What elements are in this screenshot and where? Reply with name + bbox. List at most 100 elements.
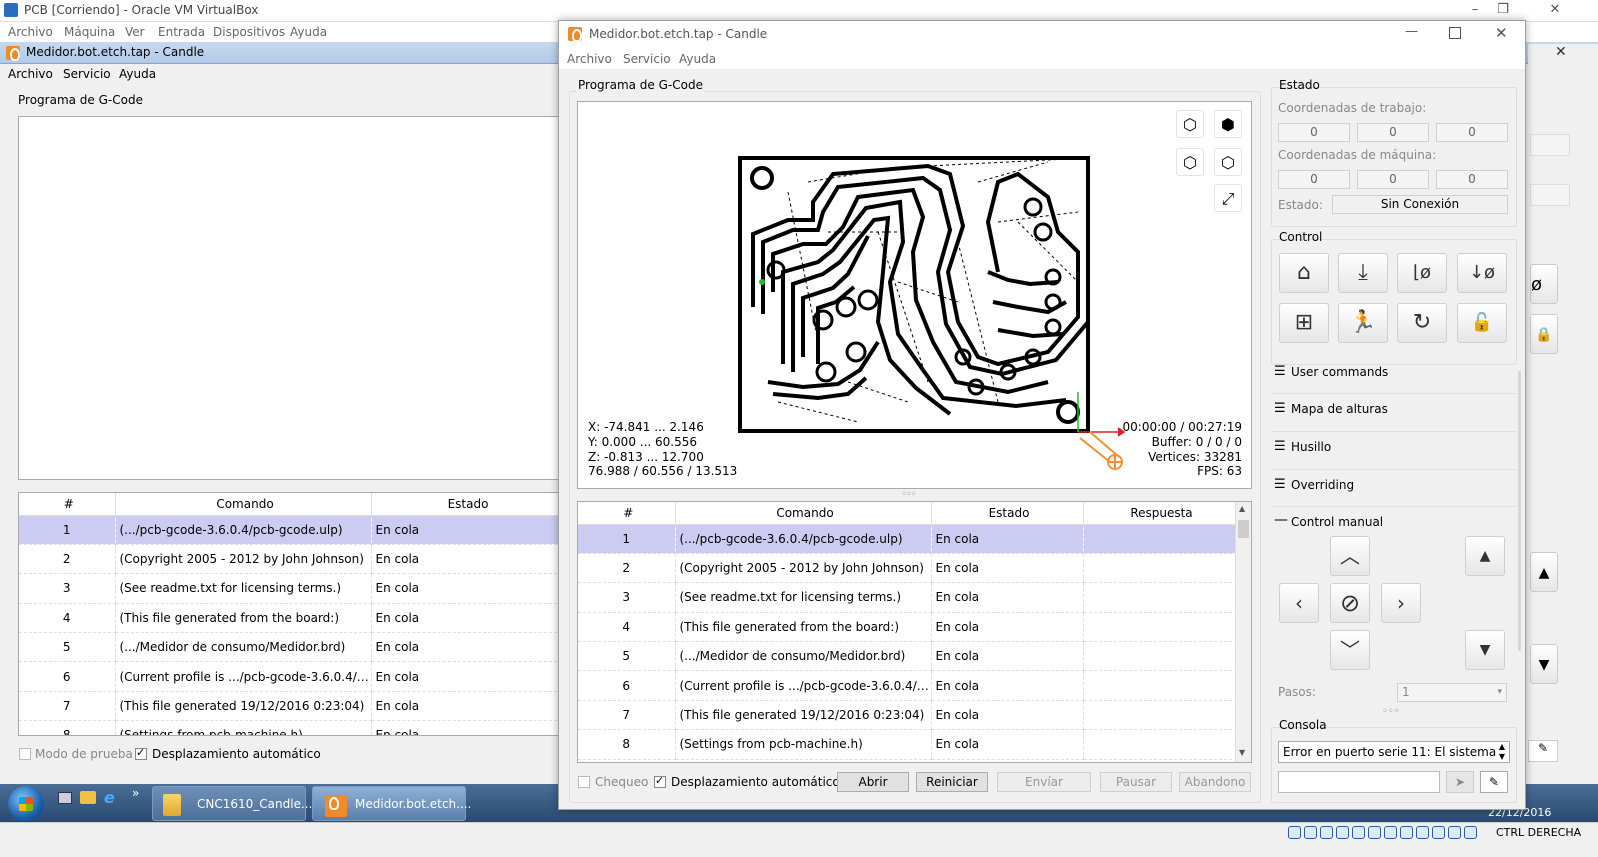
show-desktop-icon[interactable]: [58, 792, 72, 804]
table-scrollbar[interactable]: ▲ ▼: [1235, 502, 1251, 762]
start-button[interactable]: [8, 786, 44, 822]
console-log[interactable]: Error en puerto serie 11: El sistema ▲ ▼: [1278, 741, 1510, 763]
jog-z-plus-icon[interactable]: ▲: [1465, 536, 1505, 576]
jog-x-plus-icon[interactable]: ›: [1381, 583, 1421, 623]
section-height-map[interactable]: ☰ Mapa de alturas: [1271, 394, 1517, 424]
table-row[interactable]: 2 (Copyright 2005 - 2012 by John Johnson)…: [578, 553, 1237, 584]
table-row[interactable]: 1 (.../pcb-gcode-3.6.0.4/pcb-gcode.ulp) En…: [578, 524, 1237, 554]
reset-icon[interactable]: ↻: [1397, 303, 1447, 343]
table-row[interactable]: 7 (This file generated 19/12/2016 0:23:04…: [19, 691, 559, 722]
send-icon[interactable]: ➤: [1446, 771, 1474, 793]
guest-close-icon[interactable]: ✕: [1555, 44, 1567, 60]
chevron-right-icon[interactable]: »: [132, 786, 139, 800]
table-row[interactable]: 6 (Current profile is .../pcb-gcode-3.6.0…: [19, 661, 559, 692]
safe-position-icon[interactable]: 🏃: [1338, 303, 1388, 343]
view-front-icon[interactable]: ⬡: [1176, 148, 1204, 176]
pause-button[interactable]: Pausar: [1100, 772, 1172, 792]
panel-scrollbar[interactable]: [1518, 371, 1521, 651]
section-overriding[interactable]: ☰ Overriding: [1271, 470, 1517, 500]
minimize-icon[interactable]: —: [1405, 24, 1418, 39]
gcode-3d-viewer[interactable]: ⬡ ⬢ ⬡ ⬡ ⤢ X: -74.841 ... 2.146 Y: 0.000 …: [577, 101, 1252, 489]
status-device-icon[interactable]: [1352, 826, 1365, 839]
jog-y-minus-icon[interactable]: ﹀: [1330, 630, 1370, 670]
jog-x-minus-icon[interactable]: ‹: [1279, 583, 1319, 623]
zero-z-icon[interactable]: ↓ø: [1457, 253, 1507, 293]
console-spin-icon[interactable]: ▲ ▼: [1499, 742, 1505, 762]
guest-col-num[interactable]: #: [19, 493, 116, 516]
table-row[interactable]: 1 (.../pcb-gcode-3.6.0.4/pcb-gcode.ulp) En…: [19, 515, 559, 545]
table-row[interactable]: 5 (.../Medidor de consumo/Medidor.brd) En …: [578, 641, 1237, 672]
stop-icon[interactable]: ⊘: [1330, 583, 1370, 623]
guest-test-mode-checkbox[interactable]: [19, 748, 31, 760]
steps-select[interactable]: 1 ▾: [1397, 683, 1507, 702]
taskbar-item-cnc1610[interactable]: CNC1610_Candle...: [152, 786, 312, 821]
check-mode-checkbox[interactable]: [578, 776, 590, 788]
vbox-menu-maquina[interactable]: Máquina: [64, 25, 115, 39]
status-device-icon[interactable]: [1304, 826, 1317, 839]
guest-col-state[interactable]: Estado: [371, 493, 559, 516]
vbox-menu-entrada[interactable]: Entrada: [158, 25, 205, 39]
guest-gcode-table[interactable]: # Comando Estado 1 (.../pcb-gcode-3.6.0.4…: [18, 492, 560, 736]
vbox-menu-dispositivos[interactable]: Dispositivos: [213, 25, 285, 39]
menu-ayuda[interactable]: Ayuda: [679, 52, 716, 66]
guest-col-command[interactable]: Comando: [115, 493, 372, 516]
jog-y-plus-icon[interactable]: ︿: [1330, 536, 1370, 576]
menu-archivo[interactable]: Archivo: [567, 52, 612, 66]
vbox-maximize-button[interactable]: ❐: [1488, 0, 1518, 20]
status-device-icon[interactable]: [1464, 826, 1477, 839]
vbox-menu-ver[interactable]: Ver: [125, 25, 145, 39]
col-state[interactable]: Estado: [931, 502, 1084, 525]
table-row[interactable]: 7 (This file generated 19/12/2016 0:23:04…: [578, 700, 1237, 731]
send-button[interactable]: Envíar: [997, 772, 1091, 792]
scrollbar-thumb[interactable]: [1238, 520, 1249, 538]
guest-clear-icon[interactable]: ✎: [1528, 740, 1558, 762]
view-left-icon[interactable]: ⬡: [1214, 148, 1242, 176]
status-device-icon[interactable]: [1288, 826, 1301, 839]
scroll-down-icon[interactable]: ▼: [1239, 748, 1245, 757]
status-device-icon[interactable]: [1336, 826, 1349, 839]
section-manual-control[interactable]: — Control manual: [1271, 507, 1517, 537]
table-row[interactable]: 6 (Current profile is .../pcb-gcode-3.6.0…: [578, 670, 1237, 701]
section-spindle[interactable]: ☰ Husillo: [1271, 432, 1517, 462]
col-response[interactable]: Respuesta: [1083, 502, 1237, 525]
view-iso-icon[interactable]: ⬡: [1176, 110, 1204, 138]
guest-autoscroll-checkbox[interactable]: [135, 746, 147, 760]
table-row[interactable]: 3 (See readme.txt for licensing terms.) En…: [19, 573, 559, 604]
status-device-icon[interactable]: [1416, 826, 1429, 839]
table-row[interactable]: 5 (.../Medidor de consumo/Medidor.brd) En …: [19, 632, 559, 663]
clear-icon[interactable]: ✎: [1480, 771, 1508, 793]
status-device-icon[interactable]: [1368, 826, 1381, 839]
jog-z-minus-icon[interactable]: ▼: [1465, 630, 1505, 670]
menu-servicio[interactable]: Servicio: [623, 52, 671, 66]
splitter-handle[interactable]: ◦◦◦: [1382, 706, 1400, 717]
status-device-icon[interactable]: [1400, 826, 1413, 839]
table-row[interactable]: 4 (This file generated from the board:) En…: [19, 603, 559, 634]
view-top-icon[interactable]: ⬢: [1214, 110, 1242, 138]
splitter-handle[interactable]: ◦◦◦: [901, 489, 917, 500]
status-device-icon[interactable]: [1320, 826, 1333, 839]
close-icon[interactable]: ✕: [1495, 24, 1508, 42]
guest-menu-servicio[interactable]: Servicio: [63, 67, 111, 81]
console-input[interactable]: [1278, 771, 1440, 793]
table-row[interactable]: 8 (Settings from pcb-machine.h) En cola: [19, 720, 559, 735]
autoscroll-checkbox[interactable]: [654, 774, 666, 788]
vbox-close-button[interactable]: ✕: [1540, 0, 1570, 20]
col-num[interactable]: #: [578, 502, 676, 525]
vbox-menu-ayuda[interactable]: Ayuda: [290, 25, 327, 39]
guest-menu-archivo[interactable]: Archivo: [8, 67, 53, 81]
taskbar-item-candle[interactable]: Medidor.bot.etch....: [312, 786, 471, 821]
gcode-table[interactable]: # Comando Estado Respuesta 1 (.../pcb-gco…: [577, 501, 1252, 763]
abort-button[interactable]: Abandono: [1179, 772, 1251, 792]
status-device-icon[interactable]: [1448, 826, 1461, 839]
ie-icon[interactable]: e: [104, 788, 115, 807]
guest-menu-ayuda[interactable]: Ayuda: [119, 67, 156, 81]
vbox-minimize-button[interactable]: –: [1460, 0, 1490, 20]
table-row[interactable]: 4 (This file generated from the board:) En…: [578, 612, 1237, 643]
guest-jog-up-icon[interactable]: ▲: [1530, 552, 1558, 592]
maximize-icon[interactable]: [1449, 27, 1461, 39]
table-row[interactable]: 8 (Settings from pcb-machine.h) En cola: [578, 729, 1237, 760]
zero-xy-icon[interactable]: ⌊ø: [1397, 253, 1447, 293]
origin-icon[interactable]: ⊞: [1279, 303, 1329, 343]
guest-zero-z-icon[interactable]: ø: [1530, 264, 1558, 304]
unlock-icon[interactable]: 🔓: [1457, 303, 1507, 343]
